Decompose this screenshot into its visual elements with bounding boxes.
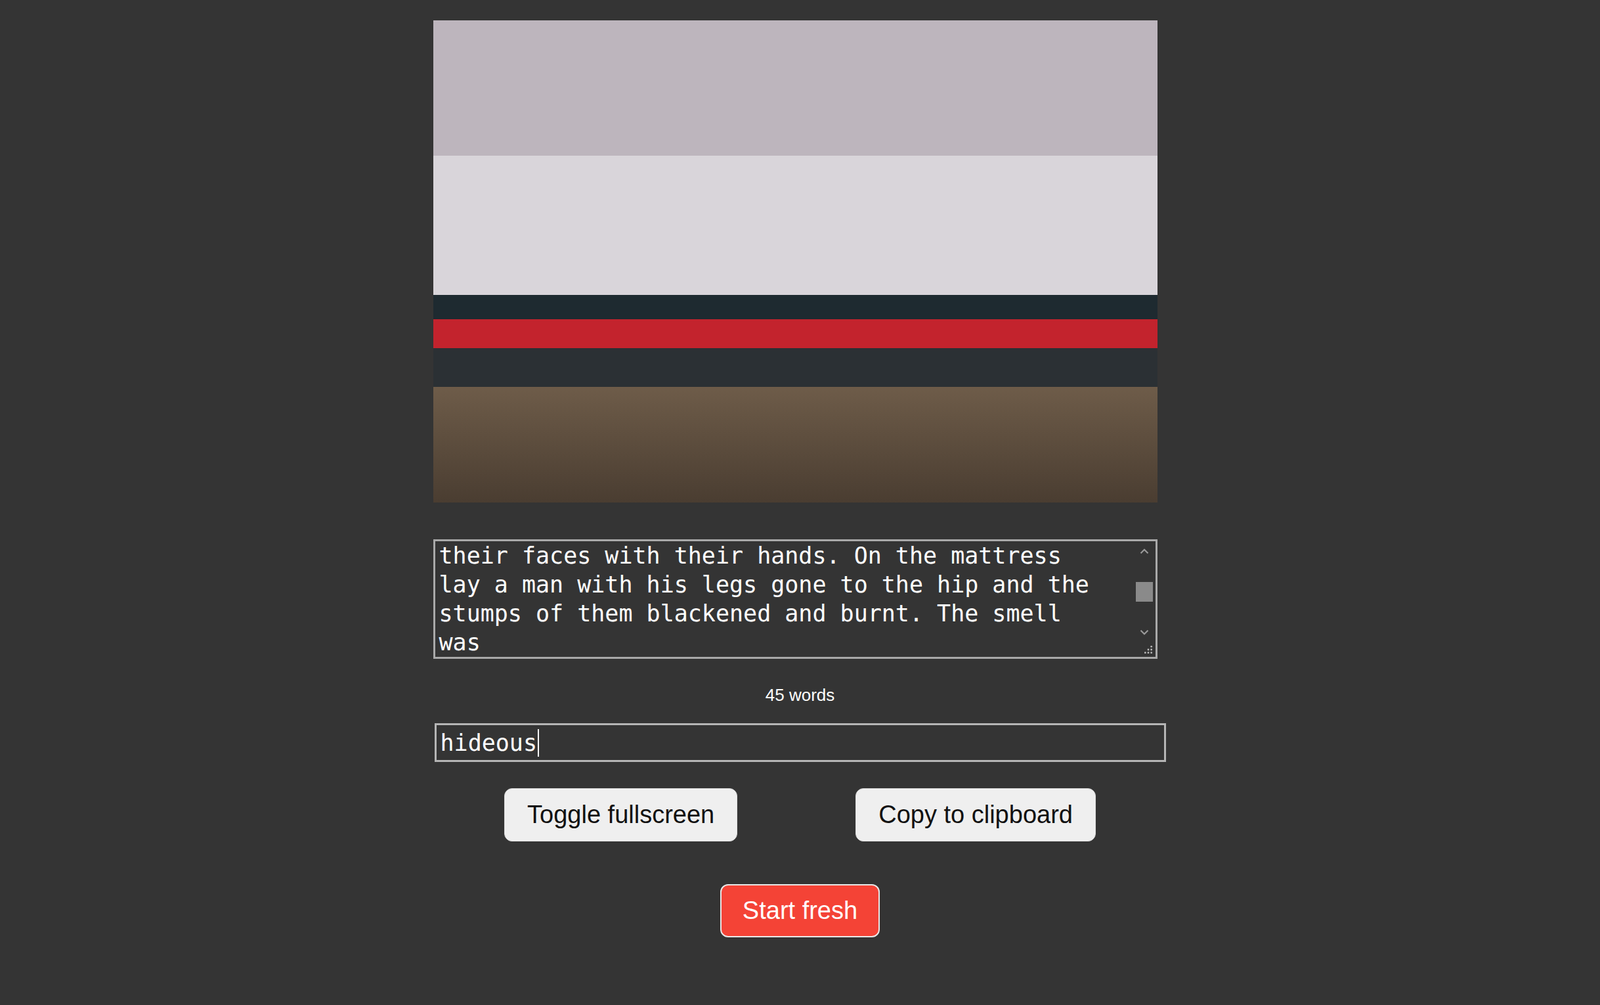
action-button[interactable]: Copy to clipboard: [855, 787, 1096, 842]
scroll-thumb[interactable]: [1135, 581, 1153, 602]
editor-text[interactable]: their faces with their hands. On the mat…: [435, 540, 1134, 657]
editor-line: was: [439, 627, 1130, 657]
editor-line: their faces with their hands. On the mat…: [439, 540, 1130, 570]
word-count: 45 words: [765, 683, 836, 706]
typewriter-photo: [433, 20, 1158, 503]
text-caret: [537, 728, 540, 757]
editor-line: lay a man with his legs gone to the hip …: [439, 569, 1130, 599]
start-fresh-button[interactable]: Start fresh: [720, 883, 880, 937]
word-input[interactable]: hideous: [434, 722, 1167, 762]
input-value: hideous: [440, 729, 538, 756]
resize-grip-icon[interactable]: [1143, 644, 1153, 654]
button-row: Toggle fullscreen Copy to clipboard: [504, 787, 1096, 842]
scrollbar[interactable]: [1133, 540, 1156, 657]
editor-line: stumps of them blackened and burnt. The …: [439, 598, 1130, 628]
text-editor[interactable]: their faces with their hands. On the mat…: [433, 539, 1158, 659]
scroll-up-icon[interactable]: [1137, 543, 1152, 559]
action-button[interactable]: Toggle fullscreen: [504, 787, 738, 842]
scroll-down-icon[interactable]: [1137, 625, 1152, 640]
page: their faces with their hands. On the mat…: [0, 0, 1600, 1005]
scroll-track[interactable]: [1133, 558, 1156, 626]
